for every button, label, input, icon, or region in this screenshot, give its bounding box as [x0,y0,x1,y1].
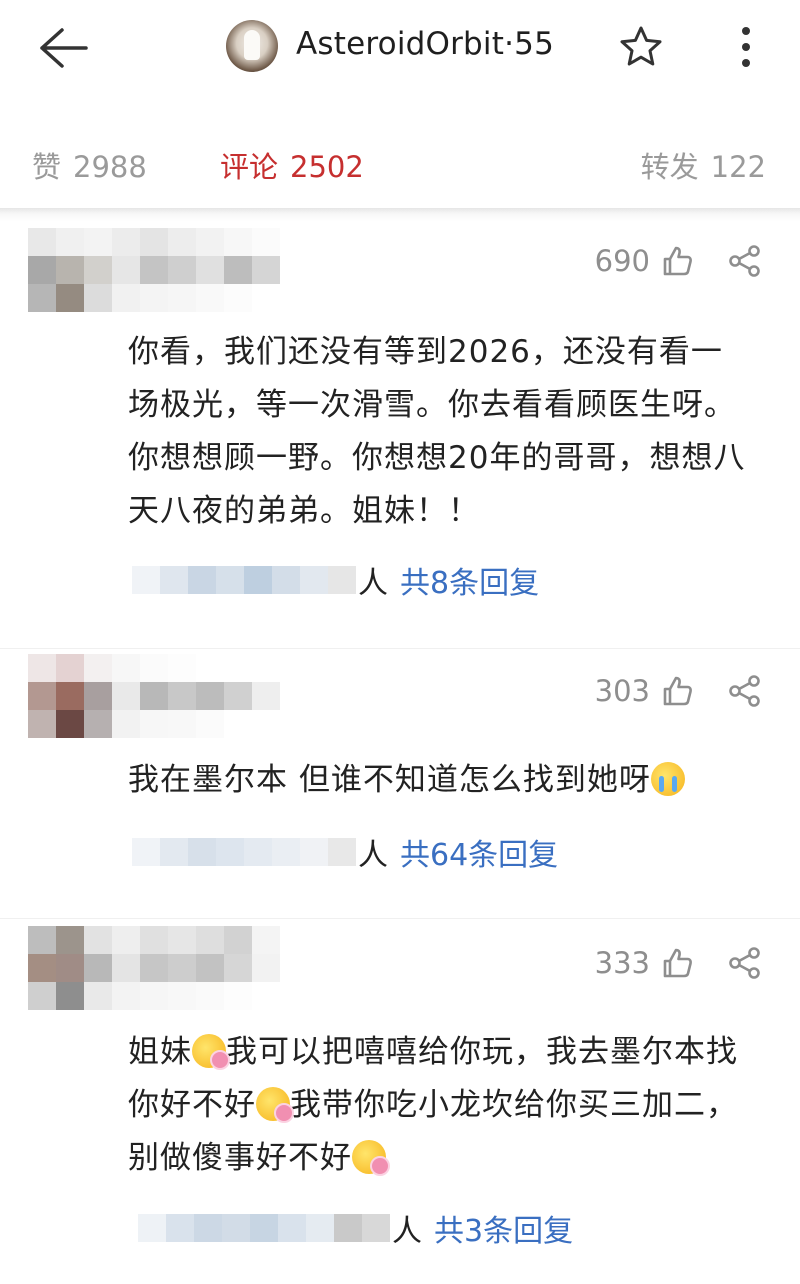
thumbs-up-icon[interactable] [660,674,694,708]
comment-line: 你想想顾一野。你想想20年的哥哥，想想八 [128,440,746,476]
comment-actions: 303 [595,674,762,708]
reply-suffix: 人 [358,566,388,601]
stats-tabs: 赞 2988 评论 2502 转发 122 [0,128,800,198]
tab-count: 122 [710,150,766,184]
face-holding-flower-icon [256,1087,294,1123]
reply-summary[interactable]: 人 共8条回复 [132,556,539,604]
reply-summary[interactable]: 人 共3条回复 [138,1204,573,1252]
like-count: 690 [594,244,650,278]
author-name[interactable]: AsteroidOrbit·55 [296,26,554,62]
tab-count: 2502 [290,150,364,184]
comment-line: 你看，我们还没有等到2026，还没有看一 [128,334,723,370]
blurred-replier-names [132,828,356,876]
comment-segment: 别做傻事好不好 [128,1140,352,1176]
comment-line: 你好不好 我带你吃小龙坎给你买三加二， [128,1079,778,1132]
blurred-user-info[interactable] [28,228,280,312]
tab-label: 赞 [32,150,62,184]
reply-summary[interactable]: 人 共64条回复 [132,828,558,876]
comment-text: 姐妹 我可以把嘻嘻给你玩，我去墨尔本找 你好不好 我带你吃小龙坎给你买三加二， 别做… [128,1026,778,1185]
share-icon[interactable] [728,244,762,278]
tab-comments[interactable]: 评论 2502 [220,144,364,186]
comment-item: 333 姐妹 我可以把嘻嘻给你玩，我去墨尔本找 你好不好 我带你吃小龙坎给你买三加二… [0,922,800,1284]
face-holding-flower-icon [352,1140,390,1176]
comment-item: 690 你看，我们还没有等到2026，还没有看一 场极光，等一次滑雪。你去看看顾… [0,222,800,652]
thumbs-up-icon[interactable] [660,946,694,980]
face-holding-flower-icon [192,1034,230,1070]
tab-label: 转发 [640,150,699,184]
tab-likes[interactable]: 赞 2988 [32,144,147,186]
back-arrow-icon[interactable] [36,24,92,72]
share-icon[interactable] [728,674,762,708]
comment-divider [0,918,800,919]
view-replies-link[interactable]: 共8条回复 [400,558,539,602]
comment-actions: 690 [595,244,762,278]
like-count: 303 [594,674,650,708]
share-icon[interactable] [728,946,762,980]
author-avatar[interactable] [226,20,278,72]
tab-reposts[interactable]: 转发 122 [641,144,766,186]
comment-line: 别做傻事好不好 [128,1132,778,1185]
comment-line: 场极光，等一次滑雪。你去看看顾医生呀。 [128,387,736,423]
view-replies-link[interactable]: 共64条回复 [400,830,558,874]
blurred-user-info[interactable] [28,926,280,1010]
blurred-user-info[interactable] [28,654,280,738]
comment-segment: 你好不好 [128,1087,256,1123]
blurred-replier-names [132,556,356,604]
tab-label: 评论 [220,150,279,184]
loudly-crying-face-icon [650,762,685,796]
comment-text: 你看，我们还没有等到2026，还没有看一 场极光，等一次滑雪。你去看看顾医生呀。… [128,326,778,538]
top-bar: AsteroidOrbit·55 [0,0,800,100]
blurred-replier-names [138,1204,390,1252]
reply-suffix: 人 [358,838,388,873]
more-vertical-icon[interactable] [734,24,758,70]
reply-suffix: 人 [392,1214,422,1249]
like-count: 333 [594,946,650,980]
divider [0,208,800,222]
comment-divider [0,648,800,649]
comment-segment: 我可以把嘻嘻给你玩，我去墨尔本找 [226,1034,738,1070]
comment-actions: 333 [595,946,762,980]
star-icon[interactable] [618,24,664,70]
thumbs-up-icon[interactable] [660,244,694,278]
view-replies-link[interactable]: 共3条回复 [434,1206,573,1250]
comment-segment: 我带你吃小龙坎给你买三加二， [290,1087,738,1123]
comment-line: 姐妹 我可以把嘻嘻给你玩，我去墨尔本找 [128,1026,778,1079]
comment-line: 天八夜的弟弟。姐妹！！ [128,493,480,529]
comment-line: 我在墨尔本 但谁不知道怎么找到她呀 [128,762,651,798]
comment-text: 我在墨尔本 但谁不知道怎么找到她呀 [128,754,778,807]
tab-count: 2988 [73,150,147,184]
comment-segment: 姐妹 [128,1034,192,1070]
comment-item: 303 我在墨尔本 但谁不知道怎么找到她呀 人 共64条回复 [0,652,800,917]
